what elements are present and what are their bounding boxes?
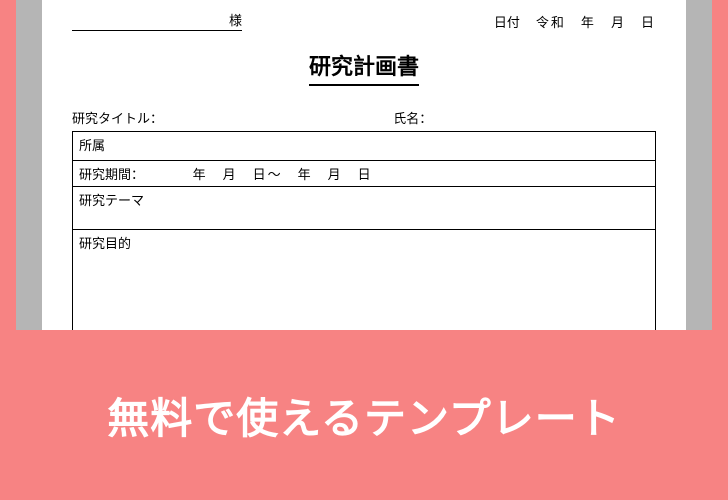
- addressee-field: 様: [72, 10, 242, 31]
- theme-label: 研究テーマ: [79, 193, 144, 208]
- purpose-label: 研究目的: [79, 236, 131, 251]
- row-period: 研究期間： 年 月 日～ 年 月 日: [73, 161, 656, 187]
- left-accent-bar: [0, 0, 16, 330]
- period-template: 年 月 日～ 年 月 日: [148, 167, 373, 182]
- header-row: 様 日付 令和 年 月 日: [72, 10, 656, 31]
- document-preview-area: 様 日付 令和 年 月 日 研究計画書 研究タイトル： 氏名：: [16, 0, 712, 330]
- date-fields: 令和 年 月 日: [536, 12, 656, 31]
- row-purpose: 研究目的: [73, 230, 656, 331]
- era-label: 令和: [536, 15, 566, 30]
- period-cell: 研究期間： 年 月 日～ 年 月 日: [73, 161, 656, 187]
- month-unit: 月: [611, 15, 626, 30]
- row-affiliation: 所属: [73, 132, 656, 161]
- purpose-cell: 研究目的: [73, 230, 656, 331]
- row-theme: 研究テーマ: [73, 187, 656, 230]
- date-label: 日付: [494, 12, 520, 31]
- affiliation-cell: 所属: [73, 132, 656, 161]
- right-accent-bar: [712, 0, 728, 330]
- banner: 無料で使えるテンプレート: [0, 330, 728, 500]
- title-wrap: 研究計画書: [72, 31, 656, 108]
- research-title-label: 研究タイトル：: [72, 108, 393, 127]
- banner-text: 無料で使えるテンプレート: [107, 385, 620, 446]
- thumbnail-container: 様 日付 令和 年 月 日 研究計画書 研究タイトル： 氏名：: [0, 0, 728, 500]
- form-table: 所属 研究期間： 年 月 日～ 年 月 日 研究テーマ 研: [72, 131, 656, 330]
- name-label: 氏名：: [393, 108, 656, 127]
- affiliation-label: 所属: [79, 138, 105, 153]
- theme-cell: 研究テーマ: [73, 187, 656, 230]
- day-unit: 日: [641, 15, 656, 30]
- year-unit: 年: [581, 15, 596, 30]
- addressee-suffix: 様: [229, 13, 242, 28]
- date-row: 日付 令和 年 月 日: [494, 12, 656, 31]
- document-page: 様 日付 令和 年 月 日 研究計画書 研究タイトル： 氏名：: [42, 0, 686, 330]
- meta-row: 研究タイトル： 氏名：: [72, 108, 656, 127]
- period-label: 研究期間：: [79, 167, 144, 182]
- document-title: 研究計画書: [309, 49, 419, 86]
